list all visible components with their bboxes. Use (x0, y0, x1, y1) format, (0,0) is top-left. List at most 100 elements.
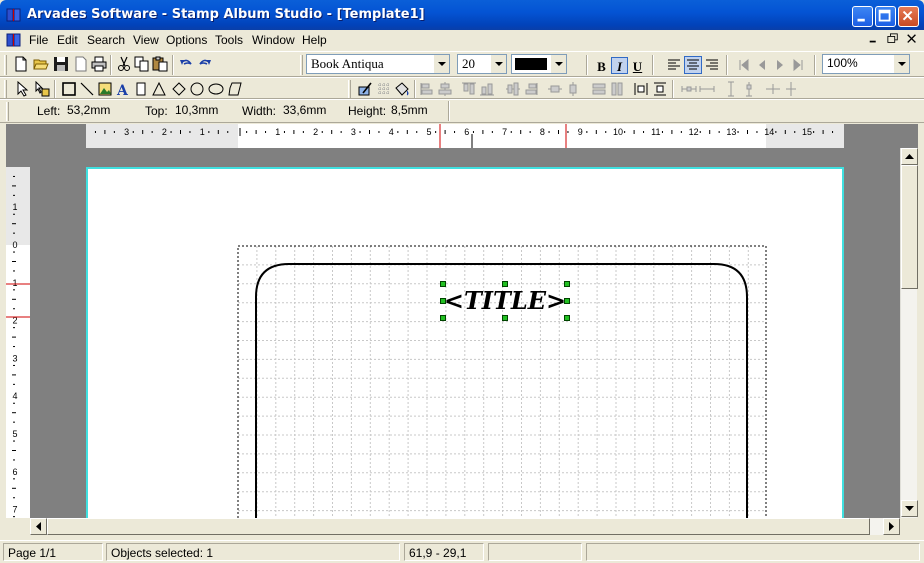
line-tool-button[interactable] (78, 80, 96, 98)
diamond-tool-button[interactable] (170, 80, 188, 98)
resize-handle[interactable] (440, 315, 446, 321)
chevron-down-icon[interactable] (893, 55, 909, 73)
left-field[interactable]: 53,2mm (64, 102, 120, 119)
grid-snap-button[interactable] (375, 80, 393, 98)
redo-button[interactable] (196, 55, 214, 73)
menu-view[interactable]: View (133, 33, 159, 47)
circle-tool-button[interactable] (188, 80, 206, 98)
align-left-button[interactable] (665, 56, 683, 74)
align-right-edges-button[interactable] (522, 80, 540, 98)
align-bottom-edges-button[interactable] (478, 80, 496, 98)
align-h-center-button[interactable] (436, 80, 454, 98)
chevron-down-icon[interactable] (490, 55, 506, 73)
toolbar-grip[interactable] (4, 80, 7, 98)
align-left-edges-button[interactable] (418, 80, 436, 98)
text-tool-button[interactable]: A (114, 80, 132, 98)
height-field[interactable]: 8,5mm (388, 102, 444, 119)
last-page-button[interactable] (789, 56, 807, 74)
resize-handle[interactable] (440, 298, 446, 304)
child-restore-button[interactable] (885, 33, 901, 47)
rectangle-tool-button[interactable] (60, 80, 78, 98)
italic-button[interactable]: I (611, 57, 628, 74)
menu-help[interactable]: Help (302, 33, 327, 47)
document-book-icon[interactable] (6, 32, 22, 48)
top-field[interactable]: 10,3mm (172, 102, 228, 119)
design-workspace[interactable]: <TITLE> (30, 148, 900, 518)
width-field[interactable]: 33,6mm (280, 102, 336, 119)
select-tool-button[interactable] (14, 80, 32, 98)
minimize-button[interactable] (852, 6, 873, 27)
cut-button[interactable] (115, 55, 133, 73)
open-button[interactable] (32, 55, 50, 73)
menu-search[interactable]: Search (87, 33, 125, 47)
print-button[interactable] (90, 55, 108, 73)
resize-handle[interactable] (564, 298, 570, 304)
distribute-h-button[interactable] (680, 80, 698, 98)
scroll-left-button[interactable] (30, 518, 47, 535)
properties-button[interactable] (356, 80, 374, 98)
same-height-button[interactable] (608, 80, 626, 98)
copy-button[interactable] (133, 55, 151, 73)
chevron-down-icon[interactable] (433, 55, 449, 73)
collapse-v-button[interactable] (782, 80, 800, 98)
prev-page-button[interactable] (753, 56, 771, 74)
polygon-tool-button[interactable] (226, 80, 244, 98)
center-horizontally-button[interactable] (546, 80, 564, 98)
menu-file[interactable]: File (29, 33, 48, 47)
stamp-frame-tool-button[interactable] (132, 80, 150, 98)
space-horizontal-button[interactable] (632, 80, 650, 98)
next-page-button[interactable] (771, 56, 789, 74)
distribute-v2-button[interactable] (740, 80, 758, 98)
font-color-select[interactable] (511, 54, 567, 74)
undo-button[interactable] (177, 55, 195, 73)
horizontal-scrollbar[interactable] (30, 518, 900, 535)
font-size-select[interactable]: 20 (457, 54, 507, 74)
toolbar-grip[interactable] (6, 102, 9, 121)
triangle-tool-button[interactable] (150, 80, 168, 98)
maximize-button[interactable] (875, 6, 896, 27)
toolbar-grip[interactable] (348, 80, 351, 98)
align-top-edges-button[interactable] (460, 80, 478, 98)
horizontal-ruler[interactable]: 3 2 1 1 2 3 4 5 6 7 8 9 10 11 12 13 14 15 (6, 124, 918, 148)
menu-window[interactable]: Window (252, 33, 295, 47)
album-page[interactable]: <TITLE> (86, 167, 844, 518)
align-v-center-button[interactable] (504, 80, 522, 98)
horizontal-scroll-thumb[interactable] (47, 518, 870, 535)
resize-handle[interactable] (502, 315, 508, 321)
save-button[interactable] (52, 55, 70, 73)
image-tool-button[interactable] (96, 80, 114, 98)
scroll-up-button[interactable] (901, 148, 918, 165)
menu-tools[interactable]: Tools (215, 33, 243, 47)
distribute-v-button[interactable] (722, 80, 740, 98)
vertical-ruler[interactable]: 101234567 (6, 148, 30, 518)
title-text-object[interactable]: <TITLE> (440, 281, 570, 321)
same-width-button[interactable] (590, 80, 608, 98)
child-minimize-button[interactable] (866, 33, 882, 47)
underline-button[interactable]: U (629, 57, 646, 74)
center-vertically-button[interactable] (564, 80, 582, 98)
align-right-button[interactable] (703, 56, 721, 74)
zoom-select[interactable]: 100% (822, 54, 910, 74)
new-button[interactable] (12, 55, 30, 73)
resize-handle[interactable] (440, 281, 446, 287)
vertical-scroll-thumb[interactable] (901, 165, 918, 289)
font-name-select[interactable]: Book Antiqua (306, 54, 450, 74)
space-vertical-button[interactable] (651, 80, 669, 98)
resize-handle[interactable] (564, 281, 570, 287)
multi-select-tool-button[interactable] (33, 80, 51, 98)
resize-handle[interactable] (502, 281, 508, 287)
collapse-h-button[interactable] (764, 80, 782, 98)
distribute-h2-button[interactable] (698, 80, 716, 98)
toolbar-grip[interactable] (300, 55, 303, 75)
first-page-button[interactable] (735, 56, 753, 74)
menu-options[interactable]: Options (166, 33, 207, 47)
paste-button[interactable] (151, 55, 169, 73)
resize-handle[interactable] (564, 315, 570, 321)
scroll-right-button[interactable] (883, 518, 900, 535)
menu-edit[interactable]: Edit (57, 33, 78, 47)
print-preview-button[interactable] (72, 55, 90, 73)
bold-button[interactable]: B (593, 57, 610, 74)
app-book-icon[interactable] (6, 7, 22, 23)
child-close-button[interactable] (904, 33, 920, 47)
vertical-scrollbar[interactable] (900, 148, 918, 518)
